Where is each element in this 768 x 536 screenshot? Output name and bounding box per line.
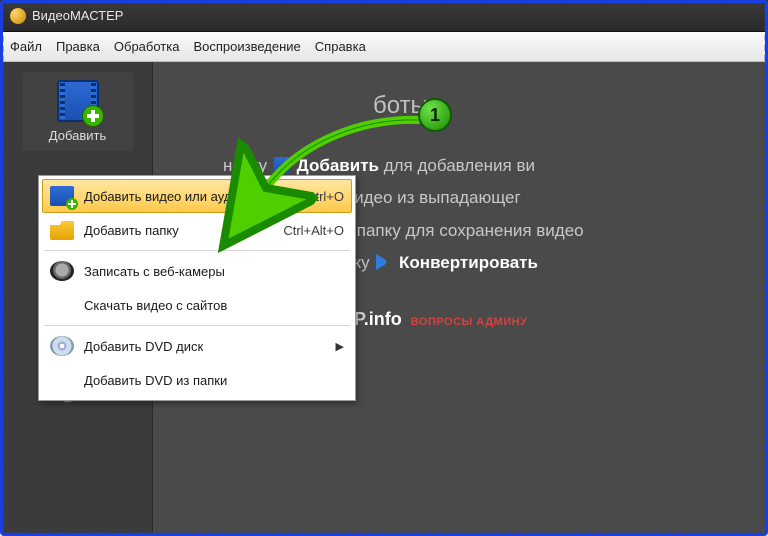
film-add-icon	[57, 80, 99, 122]
film-icon	[50, 186, 74, 206]
app-title: ВидеоМАСТЕР	[32, 8, 123, 23]
submenu-arrow-icon: ▶	[336, 340, 344, 353]
menu-play[interactable]: Воспроизведение	[193, 39, 300, 54]
webcam-icon	[50, 261, 74, 281]
titlebar: ВидеоМАСТЕР	[0, 0, 768, 32]
menu-item-dvd-folder[interactable]: Добавить DVD из папки	[42, 363, 352, 397]
tool-add[interactable]: Добавить	[23, 72, 133, 151]
menu-item-add-video-audio[interactable]: Добавить видео или аудио Ctrl+O	[42, 179, 352, 213]
dvd-folder-icon	[50, 370, 74, 390]
menubar: Файл Правка Обработка Воспроизведение Сп…	[0, 32, 768, 62]
separator	[44, 250, 350, 251]
folder-icon	[50, 220, 74, 240]
add-dropdown-menu: Добавить видео или аудио Ctrl+O Добавить…	[38, 175, 356, 401]
shortcut: Ctrl+O	[306, 189, 344, 204]
download-icon	[50, 295, 74, 315]
cursor-icon: ↖	[231, 199, 248, 221]
inline-play-icon	[376, 254, 392, 270]
menu-edit[interactable]: Правка	[56, 39, 100, 54]
callout-badge-1: 1	[418, 98, 452, 132]
menu-file[interactable]: Файл	[10, 39, 42, 54]
app-icon	[10, 8, 26, 24]
menu-item-dvd-disc[interactable]: Добавить DVD диск ▶	[42, 329, 352, 363]
menu-process[interactable]: Обработка	[114, 39, 180, 54]
dvd-icon	[50, 336, 74, 356]
menu-item-webcam[interactable]: Записать с веб-камеры	[42, 254, 352, 288]
inline-film-icon	[274, 157, 290, 173]
menu-item-add-folder[interactable]: Добавить папку Ctrl+Alt+O	[42, 213, 352, 247]
separator	[44, 325, 350, 326]
shortcut: Ctrl+Alt+O	[283, 223, 344, 238]
menu-item-download-video[interactable]: Скачать видео с сайтов	[42, 288, 352, 322]
tool-add-label: Добавить	[49, 128, 106, 143]
menu-help[interactable]: Справка	[315, 39, 366, 54]
